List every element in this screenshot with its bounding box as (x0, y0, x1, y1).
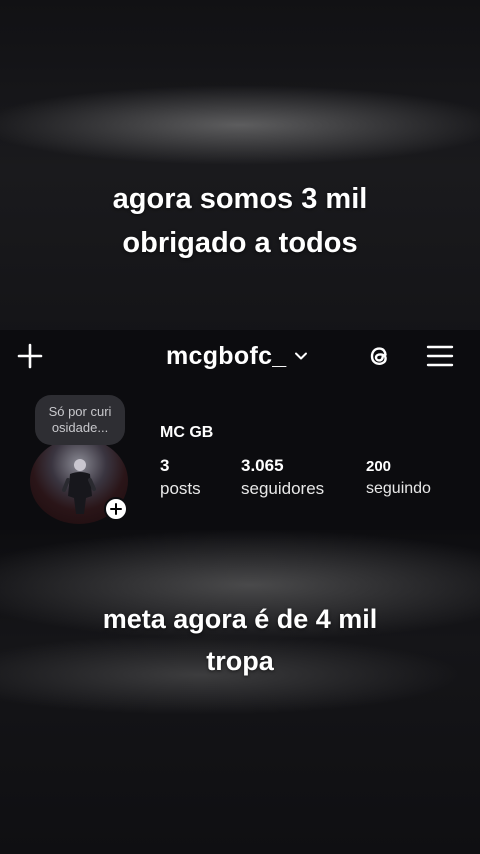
following-value: 200 (366, 458, 392, 475)
note-text-line2: osidade... (51, 420, 109, 435)
following-count[interactable]: 200 seguindo (366, 456, 431, 500)
profile-header: mcgbofc_ (0, 338, 480, 374)
caption-bottom: meta agora é de 4 mil tropa (0, 598, 480, 682)
caption-top: agora somos 3 mil obrigado a todos (0, 177, 480, 265)
display-name: MC GB (160, 424, 214, 441)
caption-top-line1: agora somos 3 mil (112, 183, 368, 215)
menu-icon[interactable] (426, 342, 454, 370)
caption-bottom-line2: tropa (206, 646, 274, 676)
posts-value: 3 (160, 456, 170, 475)
note-bubble[interactable]: Só por curi osidade... (35, 395, 125, 445)
account-switcher[interactable]: mcgbofc_ (166, 338, 308, 374)
plus-icon[interactable] (16, 342, 44, 370)
followers-value: 3.065 (241, 456, 284, 475)
person-figure-icon (62, 459, 96, 514)
following-label: seguindo (366, 480, 431, 497)
add-story-button[interactable] (104, 497, 128, 521)
chevron-down-icon (295, 352, 308, 360)
posts-label: posts (160, 479, 201, 498)
note-text-line1: Só por curi (48, 404, 112, 419)
posts-count[interactable]: 3 posts (160, 455, 201, 501)
followers-count[interactable]: 3.065 seguidores (241, 455, 324, 501)
plus-icon (110, 503, 122, 515)
caption-top-line2: obrigado a todos (122, 227, 358, 259)
followers-label: seguidores (241, 479, 325, 498)
caption-bottom-line1: meta agora é de 4 mil (102, 604, 378, 634)
threads-icon[interactable] (363, 340, 395, 372)
username: mcgbofc_ (166, 341, 287, 370)
